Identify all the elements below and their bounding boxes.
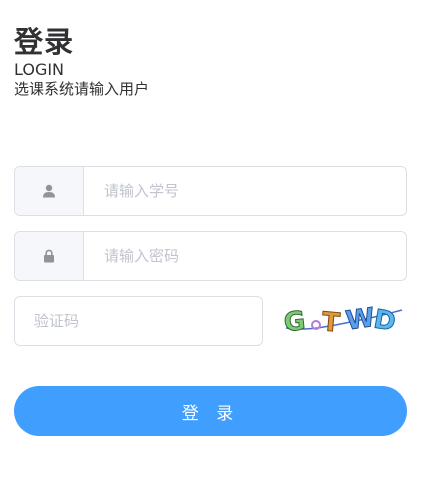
login-header: 登录 LOGIN 选课系统请输入用户 xyxy=(14,24,149,100)
svg-text:T: T xyxy=(321,307,342,338)
captcha-input[interactable] xyxy=(15,297,262,345)
captcha-field xyxy=(14,296,263,346)
svg-text:G: G xyxy=(282,306,306,338)
password-prepend xyxy=(15,232,84,280)
user-icon xyxy=(43,184,55,198)
student-id-prepend xyxy=(15,167,84,215)
lock-icon xyxy=(44,249,54,263)
page-hint: 选课系统请输入用户 xyxy=(14,80,150,98)
student-id-input[interactable] xyxy=(84,167,406,215)
page-subtitle: LOGIN xyxy=(14,60,65,79)
password-field xyxy=(14,231,407,281)
password-input[interactable] xyxy=(84,232,406,280)
student-id-field xyxy=(14,166,407,216)
page-title: 登录 xyxy=(14,25,75,59)
login-button[interactable]: 登 录 xyxy=(14,386,407,436)
captcha-image[interactable]: G T W D xyxy=(280,298,404,342)
